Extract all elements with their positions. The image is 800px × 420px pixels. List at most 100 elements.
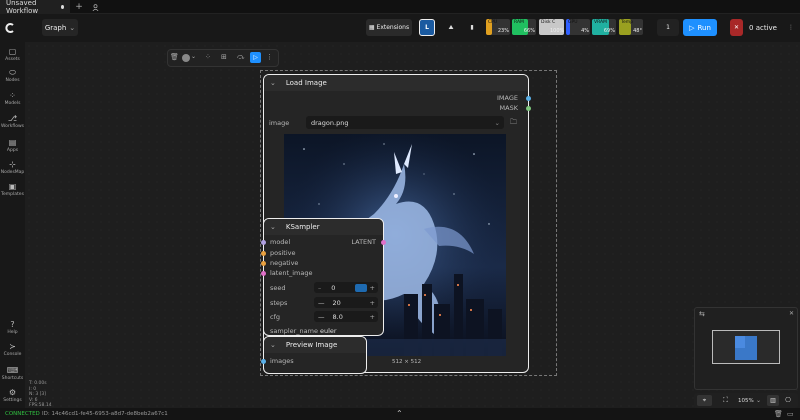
chevron-up-icon[interactable]: ⌃: [396, 409, 403, 418]
sidebar-item-apps[interactable]: ▤ Apps: [0, 138, 25, 153]
trash-icon[interactable]: 🗑: [774, 410, 783, 418]
node-title-bar[interactable]: ⌄ Load Image: [264, 75, 528, 91]
sidebar-item-workflows[interactable]: ⎇ Workflows: [0, 114, 25, 129]
link-visibility-icon[interactable]: ⎔: [785, 396, 791, 404]
workflows-icon: ⎇: [7, 114, 18, 123]
model-input-pin[interactable]: [261, 240, 266, 245]
steps-stepper[interactable]: — 20 +: [314, 297, 378, 308]
active-queue-button[interactable]: 0 active: [747, 19, 779, 36]
negative-input-pin[interactable]: [261, 261, 266, 266]
sidebar-item-console[interactable]: ≻ Console: [0, 342, 25, 357]
fit-view-icon[interactable]: ⛶: [723, 396, 728, 405]
increment-icon[interactable]: +: [370, 313, 375, 321]
sidebar-item-nodes[interactable]: ⬭ Nodes: [0, 68, 25, 83]
positive-input-pin[interactable]: [261, 251, 266, 256]
sidebar-item-label: Templates: [1, 192, 24, 197]
node-title-bar[interactable]: ⌄ KSampler: [264, 219, 383, 235]
run-button[interactable]: ▷ Run: [683, 19, 717, 36]
convert-icon[interactable]: ⤼: [237, 53, 244, 62]
chevron-down-icon[interactable]: ⌄: [191, 53, 196, 60]
logo-icon[interactable]: [2, 20, 18, 36]
graph-dropdown[interactable]: Graph ⌄: [42, 19, 78, 36]
folder-icon[interactable]: 🗀: [510, 118, 517, 129]
color-picker-icon[interactable]: [182, 54, 190, 62]
user-icon[interactable]: [89, 1, 101, 13]
render-stats: T: 0.00s I: 0 N: 3 [3] V: 6 FPS:58.14: [29, 381, 52, 409]
toolbar: Graph ⌄ ▦ Extensions L ⛰ ▮ CPU 23% RAM 66% D…: [0, 14, 800, 42]
stat-label: CPU: [488, 20, 498, 25]
queue-count-stepper[interactable]: 1: [657, 19, 679, 36]
graph-canvas[interactable]: 🗑 ⌄ ⁘ ⊞ ⤼ ▷ ⋮ ⌄ Load Image IMAGE MASK im…: [25, 42, 800, 408]
increment-icon[interactable]: +: [370, 299, 375, 307]
manager-icon[interactable]: ⛰: [443, 19, 459, 36]
menu-icon[interactable]: ⋮: [786, 19, 796, 36]
settings-icon: ⚙: [8, 388, 17, 397]
input-label: images: [270, 357, 294, 365]
nodes-icon: ⬭: [9, 68, 16, 77]
seed-stepper[interactable]: – 0 +: [314, 282, 378, 293]
collapse-chevron-icon[interactable]: ⌄: [270, 79, 276, 87]
output-mask-pin[interactable]: [526, 106, 531, 111]
stop-button[interactable]: ✕: [730, 19, 743, 36]
sidebar-item-models[interactable]: ⁘ Models: [0, 91, 25, 106]
sidebar-item-templates[interactable]: ▣ Templates: [0, 182, 25, 197]
bypass-icon[interactable]: ⁘: [205, 53, 211, 61]
run-label: Run: [697, 23, 711, 32]
shortcuts-icon: ⌨: [6, 366, 19, 375]
tab-bar: Unsaved Workflow +: [0, 0, 800, 15]
image-select[interactable]: dragon.png ⌄: [306, 116, 504, 129]
randomize-icon[interactable]: [354, 283, 367, 292]
models-icon: ⁘: [9, 91, 16, 100]
seed-label: seed: [270, 284, 286, 292]
minimap[interactable]: ⇆ ✕: [694, 307, 798, 390]
preview-image-node[interactable]: ⌄ Preview Image images: [261, 336, 367, 374]
more-options-icon[interactable]: ⋮: [266, 53, 273, 61]
decrement-icon[interactable]: –: [318, 284, 321, 292]
stat-label: Temp: [621, 20, 633, 25]
pin-icon[interactable]: ⊞: [221, 53, 227, 61]
execute-selected-button[interactable]: ▷: [250, 52, 261, 63]
queue-count: 1: [666, 24, 670, 31]
bookmark-icon[interactable]: ▮: [466, 19, 478, 36]
latent-output-pin[interactable]: [381, 240, 386, 245]
input-label: negative: [270, 259, 299, 267]
increment-icon[interactable]: +: [370, 284, 375, 292]
node-title-bar[interactable]: ⌄ Preview Image: [264, 337, 366, 353]
chevron-down-icon: ⌄: [69, 23, 76, 32]
zoom-chevron-icon[interactable]: ⌄: [756, 397, 761, 404]
panel-icon[interactable]: ▭: [787, 410, 794, 418]
images-input-pin[interactable]: [261, 359, 266, 364]
output-image-pin[interactable]: [526, 96, 531, 101]
new-tab-button[interactable]: +: [73, 1, 85, 13]
stat-label: RAM: [514, 20, 524, 25]
decrement-icon[interactable]: —: [318, 299, 325, 307]
sidebar-item-shortcuts[interactable]: ⌨ Shortcuts: [0, 366, 25, 381]
delete-icon[interactable]: 🗑: [170, 53, 179, 61]
sidebar-item-help[interactable]: ? Help: [0, 320, 25, 335]
sampler-value[interactable]: euler: [320, 327, 337, 335]
queue-icon[interactable]: L: [419, 19, 435, 36]
sidebar-item-label: Assets: [5, 57, 20, 62]
minimap-toggle-icon[interactable]: ▥: [767, 395, 779, 406]
sidebar-item-assets[interactable]: ▢ Assets: [0, 47, 25, 62]
pointer-mode-icon[interactable]: ⌖: [697, 395, 712, 406]
decrement-icon[interactable]: —: [318, 313, 325, 321]
steps-label: steps: [270, 299, 288, 307]
extensions-button[interactable]: ▦ Extensions: [366, 19, 412, 36]
tab-workflow[interactable]: Unsaved Workflow: [0, 0, 70, 15]
stat-label: GPU: [568, 20, 578, 25]
cfg-stepper[interactable]: — 8.0 +: [314, 311, 378, 322]
stat-value: 4%: [581, 28, 589, 34]
sidebar-item-label: Help: [7, 330, 18, 335]
minimap-close-icon[interactable]: ✕: [789, 310, 794, 317]
minimap-settings-icon[interactable]: ⇆: [699, 310, 705, 318]
resource-stat-gpu: GPU: [566, 19, 578, 35]
collapse-chevron-icon[interactable]: ⌄: [270, 341, 276, 349]
sidebar-item-settings[interactable]: ⚙ Settings: [0, 388, 25, 403]
sidebar-item-nodesmap[interactable]: ⊹ NodesMap: [0, 160, 25, 175]
zoom-level[interactable]: 105%: [738, 398, 754, 404]
status-bar: CONNECTED ID: 14c46cd1-fe45-6953-a8d7-de…: [0, 408, 800, 420]
latent-input-pin[interactable]: [261, 271, 266, 276]
ksampler-node[interactable]: ⌄ KSampler model positive negative laten…: [261, 218, 386, 336]
collapse-chevron-icon[interactable]: ⌄: [270, 223, 276, 231]
